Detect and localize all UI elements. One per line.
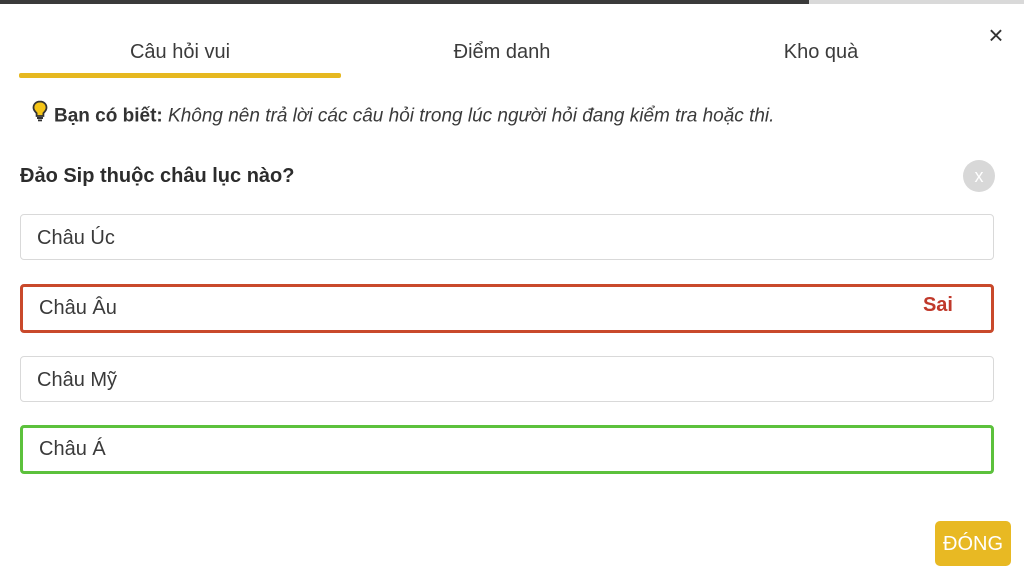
answer-option-label: Châu Úc bbox=[37, 227, 115, 249]
question-text: Đảo Sip thuộc châu lục nào? bbox=[20, 165, 295, 187]
close-button[interactable]: ĐÓNG bbox=[935, 521, 1011, 566]
answer-option-correct[interactable]: Châu Á bbox=[20, 425, 994, 474]
answer-option-label: Châu Âu bbox=[39, 297, 117, 319]
answer-option-label: Châu Mỹ bbox=[37, 369, 118, 391]
tip-label: Bạn có biết: bbox=[54, 105, 163, 127]
tab-gift-store[interactable]: Kho quà bbox=[661, 30, 981, 78]
tab-fun-questions[interactable]: Câu hỏi vui bbox=[20, 30, 340, 78]
answer-option[interactable]: Châu Mỹ bbox=[20, 356, 994, 402]
did-you-know-tip: Bạn có biết: Không nên trả lời các câu h… bbox=[32, 100, 774, 132]
dismiss-question-icon[interactable]: x bbox=[963, 160, 995, 192]
tip-text: Không nên trả lời các câu hỏi trong lúc … bbox=[168, 105, 775, 127]
answer-option[interactable]: Châu Úc bbox=[20, 214, 994, 260]
answer-option-wrong[interactable]: Châu Âu Sai bbox=[20, 284, 994, 333]
answer-option-label: Châu Á bbox=[39, 438, 106, 460]
lightbulb-icon bbox=[32, 100, 48, 133]
active-tab-indicator bbox=[19, 73, 341, 78]
wrong-verdict-badge: Sai bbox=[922, 294, 953, 316]
close-icon[interactable]: × bbox=[983, 22, 1009, 48]
tab-check-in[interactable]: Điểm danh bbox=[342, 30, 662, 78]
top-progress-bar bbox=[0, 0, 1024, 4]
